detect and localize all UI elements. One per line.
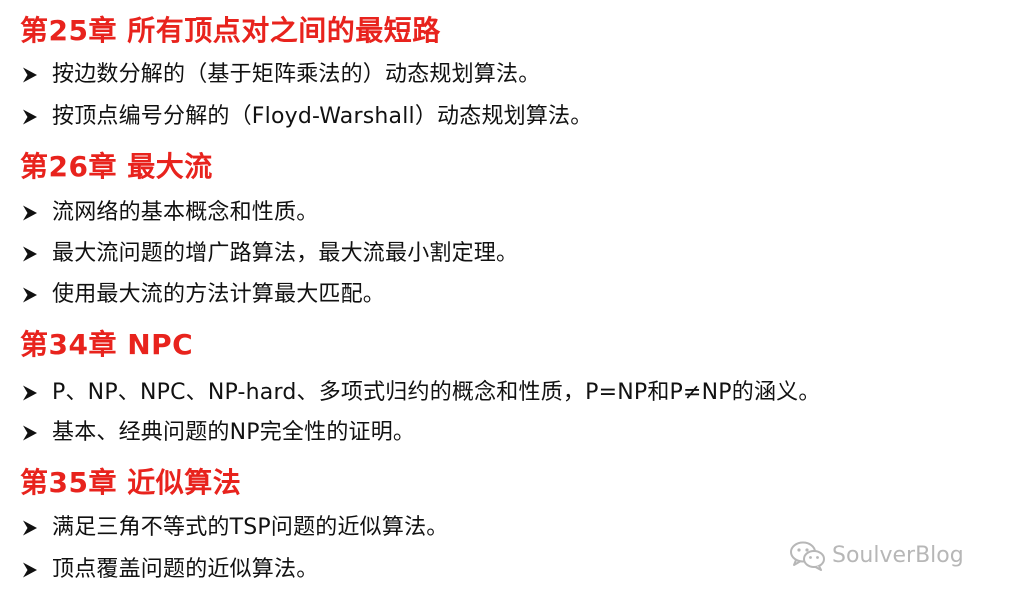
list-item: 基本、经典问题的NP完全性的证明。: [21, 416, 415, 450]
list-item-text: 使用最大流的方法计算最大匹配。: [52, 282, 386, 307]
arrowhead-bullet-icon: [21, 519, 39, 537]
list-item: 按顶点编号分解的（Floyd-Warshall）动态规划算法。: [21, 100, 592, 134]
list-item-text: P、NP、NPC、NP-hard、多项式归约的概念和性质，P=NP和P≠NP的涵…: [52, 380, 821, 405]
list-item: P、NP、NPC、NP-hard、多项式归约的概念和性质，P=NP和P≠NP的涵…: [21, 376, 821, 410]
chapter-35-heading: 第35章 近似算法: [20, 466, 242, 499]
wechat-icon: [788, 539, 828, 571]
list-item-text: 按边数分解的（基于矩阵乘法的）动态规划算法。: [52, 62, 541, 87]
list-item: 按边数分解的（基于矩阵乘法的）动态规划算法。: [21, 58, 540, 92]
list-item-text: 满足三角不等式的TSP问题的近似算法。: [52, 515, 449, 540]
list-item-text: 按顶点编号分解的（Floyd-Warshall）动态规划算法。: [52, 104, 593, 129]
list-item: 使用最大流的方法计算最大匹配。: [21, 278, 385, 312]
arrowhead-bullet-icon: [21, 204, 39, 222]
chapter-26-heading: 第26章 最大流: [20, 150, 213, 183]
arrowhead-bullet-icon: [21, 286, 39, 304]
list-item: 流网络的基本概念和性质。: [21, 196, 318, 230]
chapter-34-heading: 第34章 NPC: [20, 328, 194, 361]
list-item: 最大流问题的增广路算法，最大流最小割定理。: [21, 237, 518, 271]
list-item-text: 流网络的基本概念和性质。: [52, 200, 319, 225]
arrowhead-bullet-icon: [21, 424, 39, 442]
arrowhead-bullet-icon: [21, 245, 39, 263]
arrowhead-bullet-icon: [21, 66, 39, 84]
chapter-25-heading: 第25章 所有顶点对之间的最短路: [20, 14, 441, 47]
arrowhead-bullet-icon: [21, 561, 39, 579]
watermark: SoulverBlog: [788, 537, 964, 573]
watermark-text: SoulverBlog: [832, 542, 964, 568]
list-item: 满足三角不等式的TSP问题的近似算法。: [21, 511, 448, 545]
list-item-text: 基本、经典问题的NP完全性的证明。: [52, 420, 416, 445]
list-item-text: 最大流问题的增广路算法，最大流最小割定理。: [52, 241, 519, 266]
arrowhead-bullet-icon: [21, 384, 39, 402]
list-item-text: 顶点覆盖问题的近似算法。: [52, 557, 319, 582]
arrowhead-bullet-icon: [21, 108, 39, 126]
list-item: 顶点覆盖问题的近似算法。: [21, 553, 318, 587]
